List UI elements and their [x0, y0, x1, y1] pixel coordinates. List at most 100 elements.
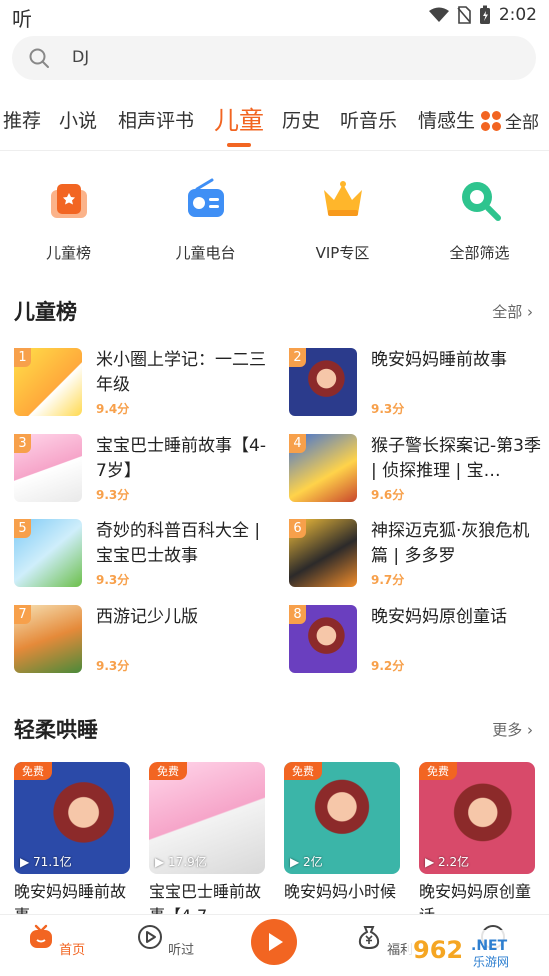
ranking-item-title: 宝宝巴士睡前故事【4-7岁】: [96, 436, 266, 481]
status-time: 2:02: [498, 5, 537, 25]
play-count-value: 17.9亿: [168, 855, 207, 869]
cover-image: 免费 ▶ 17.9亿: [149, 762, 265, 874]
ranking-item[interactable]: 7 西游记少儿版 9.3分: [14, 605, 284, 677]
ranking-item[interactable]: 2 晚安妈妈睡前故事 9.3分: [289, 348, 549, 420]
sleep-card[interactable]: 免费 ▶ 17.9亿 宝宝巴士睡前故事【4-7: [149, 762, 265, 928]
play-count: ▶ 2.2亿: [425, 855, 470, 869]
tab-children[interactable]: 儿童: [214, 101, 264, 137]
play-count-value: 2亿: [303, 855, 323, 869]
svg-text:962: 962: [413, 936, 463, 964]
search-icon: [29, 48, 49, 68]
player-button[interactable]: [251, 919, 297, 965]
ranking-item-score: 9.4分: [96, 402, 130, 416]
svg-text:.NET: .NET: [471, 938, 508, 954]
cover-image: 免费 ▶ 2.2亿: [419, 762, 535, 874]
play-count: ▶ 2亿: [290, 855, 323, 869]
rank-badge: 7: [14, 605, 31, 624]
nav-history-label: 听过: [168, 943, 195, 958]
rank-badge: 2: [289, 348, 306, 367]
all-categories-label: 全部: [505, 113, 539, 133]
ranking-item-title: 晚安妈妈睡前故事: [371, 350, 507, 370]
ranking-item-title: 猴子警长探案记-第3季 | 侦探推理 | 宝…: [371, 436, 541, 481]
rank-badge: 5: [14, 519, 31, 538]
ranking-item[interactable]: 8 晚安妈妈原创童话 9.2分: [289, 605, 549, 677]
ranking-item-title: 西游记少儿版: [96, 607, 198, 627]
quick-label: 儿童榜: [45, 244, 91, 262]
rank-badge: 6: [289, 519, 306, 538]
ranking-item-title: 神探迈克狐·灰狼危机篇 | 多多罗: [371, 521, 530, 566]
ranking-item-score: 9.3分: [96, 659, 130, 673]
free-badge: 免费: [149, 762, 187, 780]
ranking-item-title: 晚安妈妈原创童话: [371, 607, 507, 627]
sleep-more-link[interactable]: 更多 ›: [492, 719, 533, 740]
nav-home-label: 首页: [59, 943, 86, 958]
tab-crosstalk[interactable]: 相声评书: [118, 106, 194, 133]
sleep-section-title: 轻柔哄睡: [14, 718, 98, 742]
quick-children-chart[interactable]: 儿童榜: [0, 176, 137, 263]
ranking-item-score: 9.3分: [96, 488, 130, 502]
home-icon: [29, 924, 52, 948]
quick-label: 儿童电台: [175, 244, 236, 262]
tab-recommend[interactable]: 推荐: [3, 106, 41, 133]
ranking-section-title: 儿童榜: [14, 300, 77, 324]
play-count-value: 71.1亿: [33, 855, 72, 869]
sleep-more-label: 更多: [492, 721, 523, 739]
rank-badge: 3: [14, 434, 31, 453]
play-count-value: 2.2亿: [438, 855, 470, 869]
free-badge: 免费: [419, 762, 457, 780]
sleep-card[interactable]: 免费 ▶ 2亿 晚安妈妈小时候: [284, 762, 400, 904]
status-bar: 听 2:02: [0, 0, 549, 31]
rank-badge: 1: [14, 348, 31, 367]
divider: [0, 150, 549, 151]
radio-icon: [187, 178, 224, 217]
ranking-item[interactable]: 1 米小圈上学记：一二三年级 9.4分: [14, 348, 284, 420]
chevron-right-icon: ›: [527, 303, 533, 321]
tab-music[interactable]: 听音乐: [340, 106, 397, 133]
svg-text:乐游网: 乐游网: [473, 955, 509, 969]
category-tabs: 推荐 小说 相声评书 儿童 历史 听音乐 情感生 全部: [0, 96, 549, 150]
no-sim-icon: [457, 6, 471, 24]
status-app-label: 听: [12, 7, 32, 31]
free-badge: 免费: [14, 762, 52, 780]
status-icons: 2:02: [428, 5, 537, 25]
all-categories-button[interactable]: 全部: [477, 108, 539, 133]
ranking-more-link[interactable]: 全部 ›: [492, 301, 533, 322]
sleep-card[interactable]: 免费 ▶ 2.2亿 晚安妈妈原创童话: [419, 762, 535, 928]
ranking-item[interactable]: 6 神探迈克狐·灰狼危机篇 | 多多罗 9.7分: [289, 519, 549, 591]
nav-history[interactable]: 听过: [125, 923, 205, 958]
ranking-more-label: 全部: [492, 303, 523, 321]
grid-icon: [481, 110, 501, 131]
quick-label: 全部筛选: [449, 244, 510, 262]
ranking-item-score: 9.3分: [96, 573, 130, 587]
chevron-right-icon: ›: [527, 721, 533, 739]
tab-emotion[interactable]: 情感生: [418, 106, 475, 133]
search-input[interactable]: DJ: [72, 47, 89, 66]
quick-label: VIP专区: [315, 244, 370, 262]
cover-image: 免费 ▶ 2亿: [284, 762, 400, 874]
ranking-item[interactable]: 3 宝宝巴士睡前故事【4-7岁】 9.3分: [14, 434, 284, 506]
battery-icon: [479, 5, 490, 24]
sleep-card-title: 晚安妈妈小时候: [284, 882, 397, 901]
play-count: ▶ 71.1亿: [20, 855, 72, 869]
search-bar[interactable]: DJ: [12, 36, 536, 80]
money-bag-icon: [358, 926, 380, 950]
ranking-item[interactable]: 4 猴子警长探案记-第3季 | 侦探推理 | 宝… 9.6分: [289, 434, 549, 506]
quick-children-radio[interactable]: 儿童电台: [137, 176, 274, 263]
quick-vip-zone[interactable]: VIP专区: [274, 176, 411, 263]
ranking-item-score: 9.3分: [371, 402, 405, 416]
ranking-item[interactable]: 5 奇妙的科普百科大全 | 宝宝巴士故事 9.3分: [14, 519, 284, 591]
play-count: ▶ 17.9亿: [155, 855, 207, 869]
active-tab-indicator: [227, 143, 251, 147]
tab-history[interactable]: 历史: [282, 106, 320, 133]
sleep-card[interactable]: 免费 ▶ 71.1亿 晚安妈妈睡前故事: [14, 762, 130, 928]
ranking-item-score: 9.2分: [371, 659, 405, 673]
nav-home[interactable]: 首页: [16, 923, 96, 958]
play-circle-icon: [137, 925, 162, 949]
crown-icon: [323, 181, 362, 216]
quick-all-filter[interactable]: 全部筛选: [411, 176, 548, 263]
rank-badge: 4: [289, 434, 306, 453]
play-icon: [269, 933, 283, 951]
tab-novel[interactable]: 小说: [59, 106, 97, 133]
chart-icon: [50, 184, 87, 218]
ranking-item-score: 9.6分: [371, 488, 405, 502]
